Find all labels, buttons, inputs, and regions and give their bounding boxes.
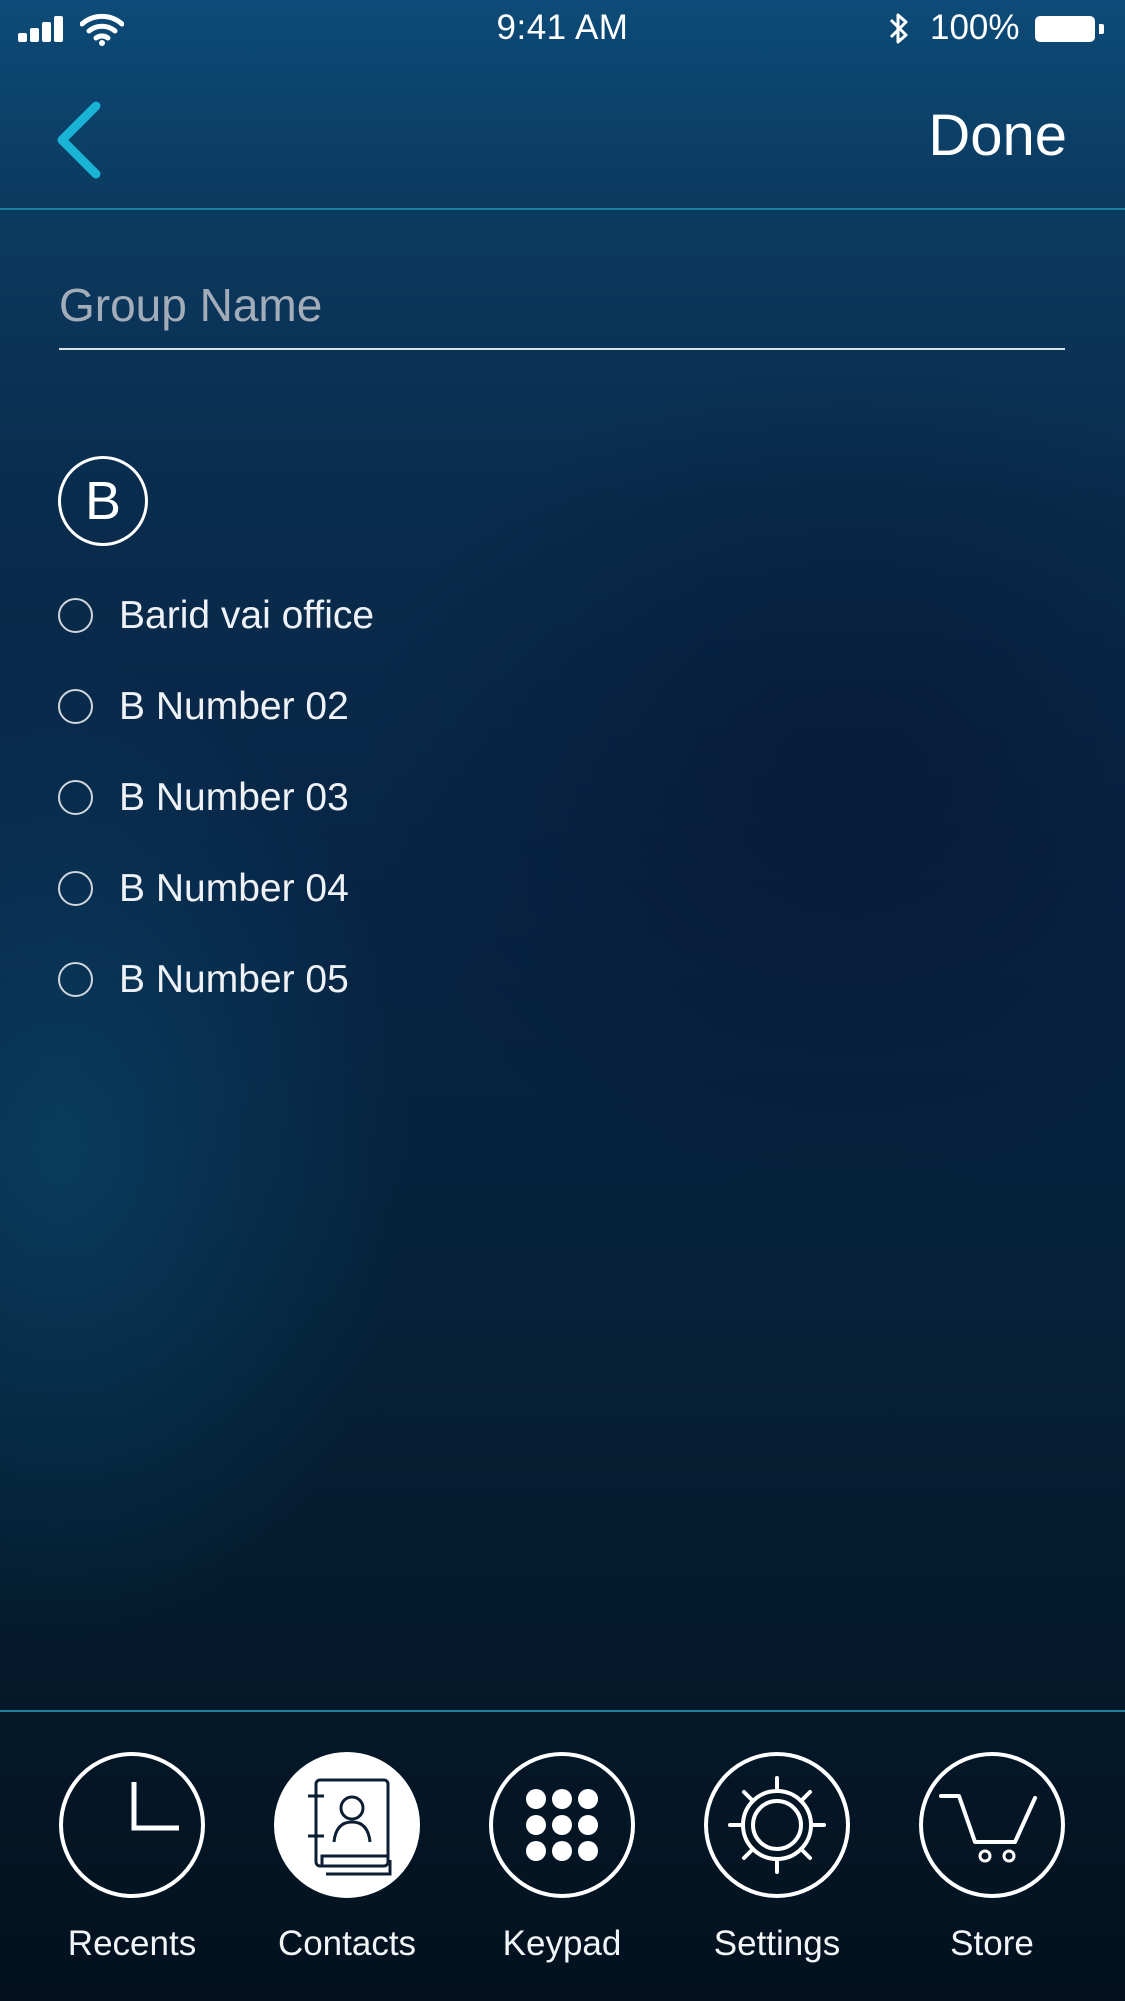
radio-button[interactable] [58,598,93,633]
nav-bar: Done [0,58,1125,210]
radio-button[interactable] [58,780,93,815]
bluetooth-icon [889,13,908,44]
contact-item[interactable]: B Number 05 [58,934,1058,1025]
radio-button[interactable] [58,871,93,906]
keypad-icon [489,1752,635,1898]
tab-label: Recents [67,1924,197,1963]
contact-name: B Number 04 [119,866,349,910]
tab-bar: Recents Contacts Keypad Settings Store [0,1710,1125,2001]
battery-percent: 100% [930,8,1020,47]
group-name-input[interactable] [59,262,1065,350]
done-button[interactable]: Done [928,102,1067,169]
section-letter-badge: B [58,456,148,546]
contact-name: Barid vai office [119,593,375,637]
tab-recents[interactable]: Recents [52,1752,212,1992]
tab-keypad[interactable]: Keypad [482,1752,642,1992]
tab-label: Settings [713,1924,841,1963]
tab-contacts[interactable]: Contacts [267,1752,427,1992]
chevron-left-icon[interactable] [50,100,110,180]
battery-icon [1035,16,1095,42]
contact-item[interactable]: B Number 03 [58,752,1058,843]
tab-label: Contacts [277,1924,417,1963]
contact-name: B Number 02 [119,684,349,728]
tab-settings[interactable]: Settings [697,1752,857,1992]
contact-item[interactable]: B Number 02 [58,661,1058,752]
radio-button[interactable] [58,689,93,724]
contact-name: B Number 03 [119,775,349,819]
gear-icon [704,1752,850,1898]
status-bar: 9:41 AM 100% [0,0,1125,58]
contact-item[interactable]: B Number 04 [58,843,1058,934]
tab-label: Store [950,1924,1034,1963]
tab-store[interactable]: Store [912,1752,1072,1992]
tab-label: Keypad [502,1924,622,1963]
contacts-book-icon [274,1752,420,1898]
cart-icon [919,1752,1065,1898]
radio-button[interactable] [58,962,93,997]
battery-tip [1099,24,1104,34]
clock-icon [59,1752,205,1898]
contact-item[interactable]: Barid vai office [58,570,1058,661]
contact-list: Barid vai office B Number 02 B Number 03… [58,570,1058,1025]
contact-name: B Number 05 [119,957,349,1001]
